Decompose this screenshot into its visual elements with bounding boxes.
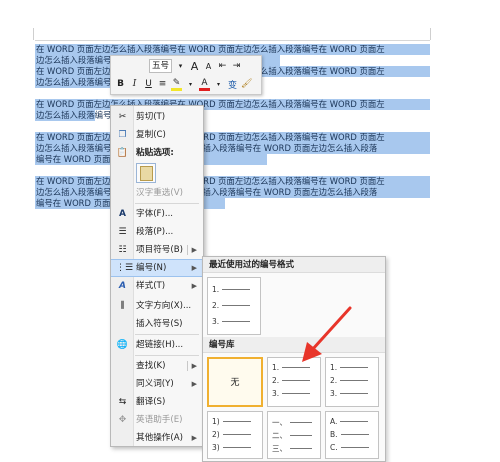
increase-indent-icon[interactable]: ⇥ (231, 61, 242, 71)
recent-formats-header: 最近使用过的编号格式 (203, 257, 385, 273)
margin-corner-right (430, 28, 431, 40)
menu-item-chinese-reconvert[interactable]: 汉字重选(V) (111, 184, 203, 202)
font-color-dropdown-icon[interactable]: ▾ (213, 81, 224, 88)
bullets-icon: ☷ (118, 245, 127, 255)
menu-separator (135, 355, 199, 356)
menu-item-font[interactable]: A 字体(F)... (111, 205, 203, 223)
menu-item-other-actions[interactable]: 其他操作(A) ▶ (111, 429, 203, 447)
font-icon: A (119, 209, 126, 219)
arrow-shaft (310, 306, 352, 352)
menu-item-copy[interactable]: ❐ 复制(C) (111, 126, 203, 144)
doc-line-1: 在 WORD 页面左边怎么插入段落编号在 WORD 页面左边怎么插入段落编号在 … (36, 44, 385, 54)
doc-line-9: 编号在 WORD 页面左边怎么插入段落编号 (36, 154, 194, 164)
menu-separator (135, 334, 199, 335)
menu-item-hyperlink[interactable]: 🌐 超链接(H)... (111, 336, 203, 354)
submenu-arrow-icon: ▶ (191, 434, 197, 442)
shrink-font-button[interactable]: A (203, 62, 214, 71)
submenu-arrow-icon: ▶ (191, 380, 197, 388)
doc-line-8: 边怎么插入段落编号在 WORD 页面左边怎么插入段落编号在 WORD 页面左边怎… (36, 143, 378, 153)
arrow-head-icon (302, 342, 322, 362)
translate-icon: ⇆ (118, 397, 127, 407)
clipboard-icon: 📋 (116, 148, 129, 158)
highlight-pen-icon[interactable]: ✎ (171, 78, 182, 91)
submenu-arrow-icon: ▶ (191, 282, 197, 290)
format-chinese[interactable]: 一、 二、 三、 (267, 411, 321, 459)
hyperlink-icon: 🌐 (116, 340, 129, 350)
doc-line-12: 编号在 WORD 页面左边怎么插入段落编号 (36, 198, 194, 208)
annotation-arrow (302, 306, 352, 362)
decrease-indent-icon[interactable]: ⇤ (217, 61, 228, 71)
margin-corner-left (33, 28, 34, 40)
paragraph-icon: ☰ (118, 227, 127, 237)
menu-item-lookup[interactable]: 查找(K) ▶ (111, 357, 203, 375)
menu-item-numbering[interactable]: ⋮☰ 编号(N) ▶ (111, 259, 203, 277)
scissors-icon: ✂ (118, 112, 127, 122)
recent-format-arabic[interactable]: 1. 2. 3. (207, 277, 261, 335)
doc-line-7: 在 WORD 页面左边怎么插入段落编号在 WORD 页面左边怎么插入段落编号在 … (36, 132, 385, 142)
italic-button[interactable]: I (129, 79, 140, 89)
menu-separator (135, 203, 199, 204)
doc-line-10: 在 WORD 页面左边怎么插入段落编号在 WORD 页面左边怎么插入段落编号在 … (36, 176, 385, 186)
menu-item-paragraph[interactable]: ☰ 段落(P)... (111, 223, 203, 241)
page-top-margin (35, 40, 430, 41)
format-painter-icon[interactable]: 🖌 (241, 79, 252, 89)
grow-font-button[interactable]: A (189, 60, 200, 73)
font-size-select[interactable]: 五号 (149, 59, 173, 73)
underline-button[interactable]: U (143, 79, 154, 89)
format-alpha[interactable]: A. B. C. (325, 411, 379, 459)
mini-toolbar: 五号 ▾ A A ⇤ ⇥ B I U ≡ ✎ ▾ A ▾ 变 🖌 (110, 55, 262, 95)
menu-item-styles[interactable]: A 样式(T) ▶ (111, 277, 203, 295)
assistant-icon: ✥ (118, 415, 127, 425)
menu-item-insert-symbol[interactable]: 插入符号(S) (111, 315, 203, 333)
context-menu: ✂ 剪切(T) ❐ 复制(C) 📋 粘贴选项: 汉字重选(V) A 字体(F).… (110, 105, 204, 447)
submenu-arrow-icon: ▶ (191, 264, 197, 272)
menu-item-bullets[interactable]: ☷ 项目符号(B) ▶ (111, 241, 203, 259)
numbering-icon: ⋮☰ (116, 263, 134, 273)
highlight-dropdown-icon[interactable]: ▾ (185, 81, 196, 88)
doc-line-6: 边怎么插入段落编号 (36, 110, 112, 120)
menu-item-english-assistant[interactable]: ✥ 英语助手(E) (111, 411, 203, 429)
menu-item-translate[interactable]: ⇆ 翻译(S) (111, 393, 203, 411)
menu-item-text-direction[interactable]: ⫼ 文字方向(X)... (111, 297, 203, 315)
font-size-dropdown-icon[interactable]: ▾ (175, 62, 186, 70)
format-paren[interactable]: 1) 2) 3) (207, 411, 263, 459)
menu-item-paste-options: 📋 粘贴选项: (111, 144, 203, 162)
phonetic-guide-button[interactable]: 变 (227, 78, 238, 91)
bold-button[interactable]: B (115, 79, 126, 89)
paste-clipboard-icon (140, 166, 153, 181)
doc-line-5: 在 WORD 页面左边怎么插入段落编号在 WORD 页面左边怎么插入段落编号在 … (36, 99, 385, 109)
copy-icon: ❐ (118, 130, 127, 140)
menu-item-cut[interactable]: ✂ 剪切(T) (111, 108, 203, 126)
align-center-icon[interactable]: ≡ (157, 79, 168, 89)
paste-keep-text-button[interactable] (136, 163, 156, 183)
font-color-button[interactable]: A (199, 78, 210, 91)
format-none[interactable]: 无 (207, 357, 263, 407)
doc-line-11: 边怎么插入段落编号在 WORD 页面左边怎么插入段落编号在 WORD 页面左边怎… (36, 187, 378, 197)
submenu-arrow-icon: ▶ (191, 362, 197, 370)
submenu-arrow-icon: ▶ (191, 246, 197, 254)
styles-icon: A (119, 281, 126, 291)
menu-item-synonyms[interactable]: 同义词(Y) ▶ (111, 375, 203, 393)
text-direction-icon: ⫼ (120, 301, 125, 311)
